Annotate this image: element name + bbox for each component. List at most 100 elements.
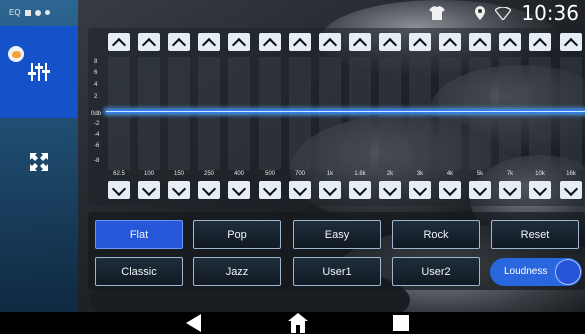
preset-button-easy[interactable]: Easy	[293, 220, 381, 249]
gain-down-button-9[interactable]	[379, 181, 401, 199]
band-frequency-label: 7k	[506, 171, 514, 177]
gain-up-button-2[interactable]	[168, 33, 190, 53]
shirt-icon	[429, 6, 446, 20]
navigation-bar	[0, 312, 585, 334]
gain-down-button-1[interactable]	[138, 181, 160, 199]
gain-up-button-11[interactable]	[439, 33, 461, 53]
band-slider-11[interactable]	[439, 57, 461, 170]
gain-up-button-1[interactable]	[138, 33, 160, 53]
gain-up-button-4[interactable]	[228, 33, 250, 53]
gain-up-button-12[interactable]	[469, 33, 491, 53]
gain-down-button-7[interactable]	[319, 181, 341, 199]
gain-down-button-2[interactable]	[168, 181, 190, 199]
gain-up-button-15[interactable]	[560, 33, 582, 53]
preset-button-user1[interactable]: User1	[293, 257, 381, 286]
chevron-up-icon	[442, 37, 458, 53]
chevron-down-icon	[292, 181, 308, 197]
band-frequency-label: 10k	[535, 171, 545, 177]
preset-button-user2[interactable]: User2	[392, 257, 480, 286]
chevron-up-icon	[472, 37, 488, 53]
band-frequency-label: 700	[294, 171, 305, 177]
expand-corners-icon	[30, 153, 48, 171]
gain-down-button-6[interactable]	[289, 181, 311, 199]
gain-down-button-4[interactable]	[228, 181, 250, 199]
band-slider-13[interactable]	[499, 57, 521, 170]
band-slider-6[interactable]	[289, 57, 311, 170]
band-frequency-label: 250	[203, 171, 214, 177]
gain-down-button-15[interactable]	[560, 181, 582, 199]
sidebar-item-equalizer[interactable]	[0, 26, 78, 118]
band-frequency-label: 4k	[446, 171, 454, 177]
gain-down-button-13[interactable]	[499, 181, 521, 199]
band-frequency-label: 16k	[566, 171, 576, 177]
chevron-up-icon	[502, 37, 518, 53]
chevron-down-icon	[141, 181, 157, 197]
preset-button-reset[interactable]: Reset	[491, 220, 579, 249]
gain-up-button-8[interactable]	[349, 33, 371, 53]
loudness-toggle[interactable]: Loudness	[490, 258, 582, 286]
band-slider-2[interactable]	[168, 57, 190, 170]
band-slider-4[interactable]	[228, 57, 250, 170]
chevron-up-icon	[201, 37, 217, 53]
gain-up-button-14[interactable]	[529, 33, 551, 53]
band-slider-5[interactable]	[259, 57, 281, 170]
gain-up-button-7[interactable]	[319, 33, 341, 53]
recents-icon[interactable]	[393, 315, 409, 331]
preset-button-flat[interactable]: Flat	[95, 220, 183, 249]
chevron-up-icon	[532, 37, 548, 53]
sidebar	[0, 26, 78, 312]
gain-down-button-10[interactable]	[409, 181, 431, 199]
db-tick-label: 8	[94, 59, 98, 65]
band-frequency-label: 100	[143, 171, 154, 177]
chevron-down-icon	[382, 181, 398, 197]
band-slider-9[interactable]	[379, 57, 401, 170]
gain-up-button-9[interactable]	[379, 33, 401, 53]
loudness-label: Loudness	[504, 266, 548, 277]
gain-up-button-3[interactable]	[198, 33, 220, 53]
gain-down-button-3[interactable]	[198, 181, 220, 199]
chevron-up-icon	[292, 37, 308, 53]
back-icon[interactable]	[186, 314, 202, 332]
preset-button-classic[interactable]: Classic	[95, 257, 183, 286]
db-tick-label: -4	[94, 132, 100, 138]
chevron-down-icon	[171, 181, 187, 197]
gain-down-button-0[interactable]	[108, 181, 130, 199]
db-tick-label: 6	[94, 70, 98, 76]
chevron-down-icon	[502, 181, 518, 197]
chevron-down-icon	[352, 181, 368, 197]
preset-button-pop[interactable]: Pop	[193, 220, 281, 249]
band-slider-7[interactable]	[319, 57, 341, 170]
band-slider-1[interactable]	[138, 57, 160, 170]
band-slider-8[interactable]	[349, 57, 371, 170]
band-slider-10[interactable]	[409, 57, 431, 170]
band-slider-12[interactable]	[469, 57, 491, 170]
preset-button-rock[interactable]: Rock	[392, 220, 480, 249]
gain-up-button-6[interactable]	[289, 33, 311, 53]
chevron-up-icon	[171, 37, 187, 53]
home-icon[interactable]	[288, 313, 308, 333]
gain-up-button-5[interactable]	[259, 33, 281, 53]
band-slider-14[interactable]	[529, 57, 551, 170]
chevron-up-icon	[563, 37, 579, 53]
preset-button-jazz[interactable]: Jazz	[193, 257, 281, 286]
gain-down-button-14[interactable]	[529, 181, 551, 199]
gain-down-button-5[interactable]	[259, 181, 281, 199]
chevron-up-icon	[412, 37, 428, 53]
band-frequency-label: 1k	[326, 171, 334, 177]
band-frequency-label: 62.5	[113, 171, 125, 177]
chevron-down-icon	[442, 181, 458, 197]
chevron-down-icon	[231, 181, 247, 197]
band-slider-3[interactable]	[198, 57, 220, 170]
sidebar-item-balance[interactable]	[0, 118, 78, 206]
gain-up-button-0[interactable]	[108, 33, 130, 53]
band-frequency-label: 5k	[476, 171, 484, 177]
gain-down-button-12[interactable]	[469, 181, 491, 199]
chevron-down-icon	[472, 181, 488, 197]
gain-up-button-10[interactable]	[409, 33, 431, 53]
gain-down-button-8[interactable]	[349, 181, 371, 199]
gain-down-button-11[interactable]	[439, 181, 461, 199]
band-slider-15[interactable]	[560, 57, 582, 170]
band-slider-0[interactable]	[108, 57, 130, 170]
band-frequency-label: 3k	[416, 171, 424, 177]
gain-up-button-13[interactable]	[499, 33, 521, 53]
